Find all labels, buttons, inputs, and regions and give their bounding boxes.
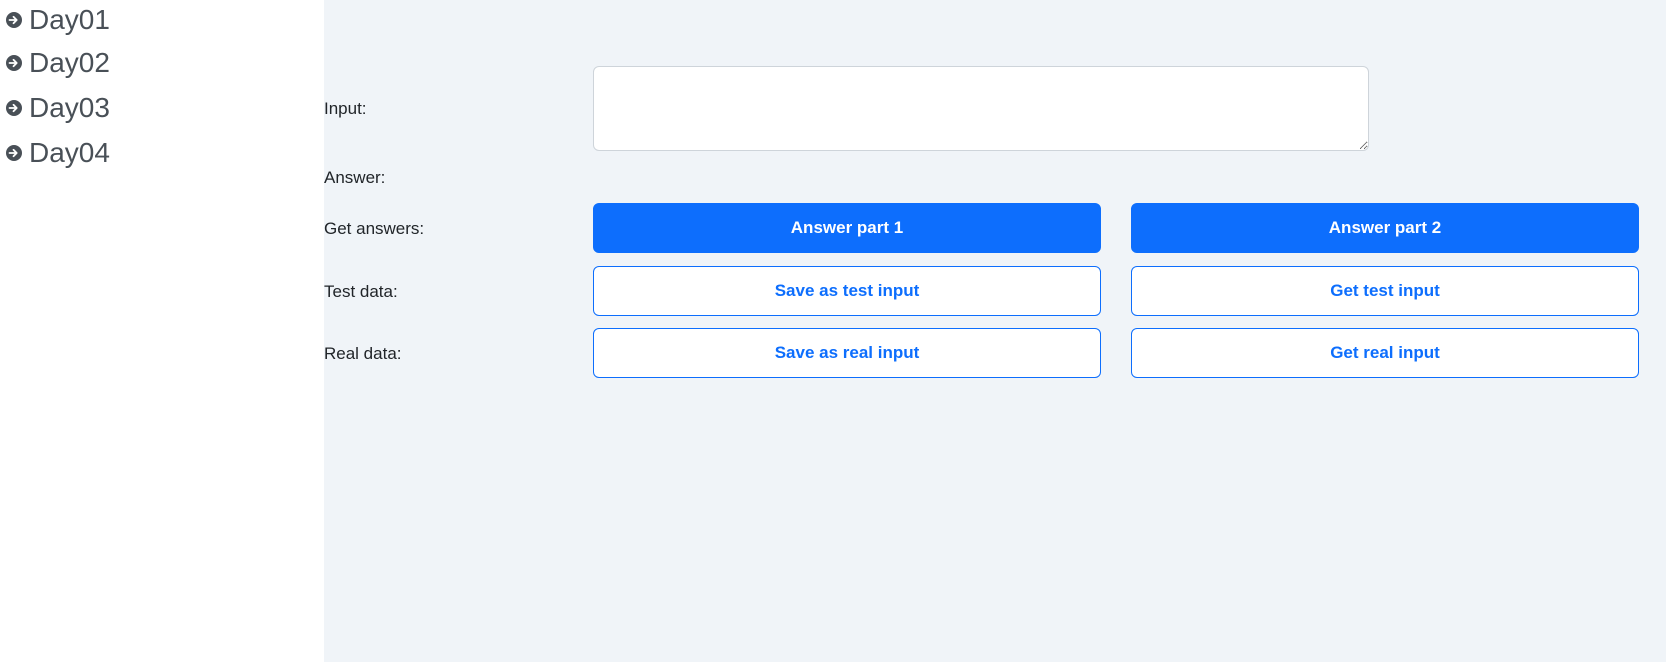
save-real-input-button[interactable]: Save as real input	[593, 328, 1101, 378]
sidebar-item-label: Day03	[29, 91, 110, 123]
arrow-right-circle-icon	[5, 144, 23, 162]
sidebar-item-day03[interactable]: Day03	[0, 85, 324, 130]
get-real-input-button[interactable]: Get real input	[1131, 328, 1639, 378]
arrow-right-circle-icon	[5, 54, 23, 72]
answer-part2-button[interactable]: Answer part 2	[1131, 203, 1639, 253]
sidebar-item-day01[interactable]: Day01	[0, 0, 324, 40]
answer-part1-button[interactable]: Answer part 1	[593, 203, 1101, 253]
input-label: Input:	[324, 99, 367, 118]
get-answers-label: Get answers:	[324, 219, 425, 238]
answer-label: Answer:	[324, 168, 386, 187]
save-test-input-button[interactable]: Save as test input	[593, 266, 1101, 316]
arrow-right-circle-icon	[5, 11, 23, 29]
sidebar-item-day02[interactable]: Day02	[0, 40, 324, 85]
sidebar-item-label: Day02	[29, 46, 110, 78]
test-data-label: Test data:	[324, 282, 398, 301]
day-nav-list: Day01 Day02 Day03 Day04	[0, 0, 324, 175]
main-panel: Input: Answer: Get answers: Answer part …	[324, 0, 1666, 662]
input-textarea[interactable]	[593, 66, 1369, 151]
arrow-right-circle-icon	[5, 99, 23, 117]
sidebar-item-label: Day01	[29, 4, 110, 35]
sidebar-item-day04[interactable]: Day04	[0, 130, 324, 175]
real-data-label: Real data:	[324, 344, 402, 363]
get-test-input-button[interactable]: Get test input	[1131, 266, 1639, 316]
sidebar-item-label: Day04	[29, 136, 110, 168]
sidebar: Day01 Day02 Day03 Day04	[0, 0, 324, 662]
